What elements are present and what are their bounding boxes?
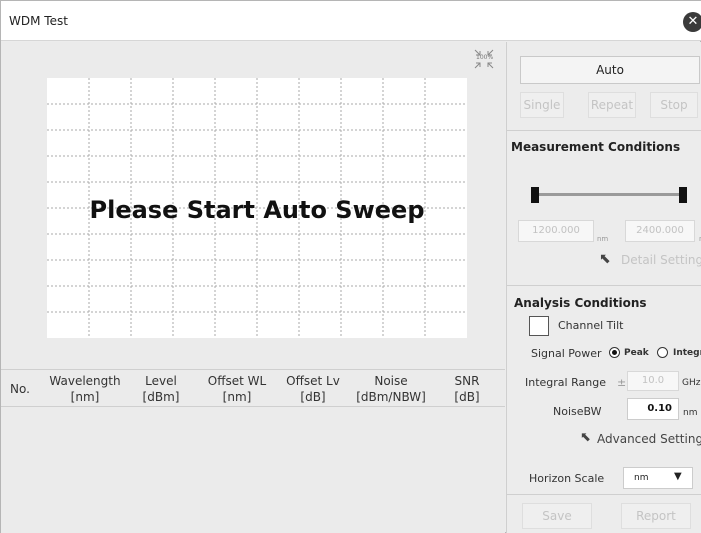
start-unit: nm (597, 235, 609, 243)
repeat-button[interactable]: Repeat (588, 92, 636, 118)
title-bar: WDM Test ✕ (1, 1, 701, 41)
stop-wavelength-input[interactable]: 2400.000 (625, 220, 695, 242)
measurement-conditions-title: Measurement Conditions (511, 140, 681, 154)
column-header-noise: Noise [dBm/NBW] (356, 374, 426, 404)
column-header-level: Level [dBm] (142, 374, 180, 404)
zoom-fit-label: 100% (476, 54, 494, 61)
control-pane: Auto Single Repeat Stop Measurement Cond… (506, 42, 701, 533)
single-button[interactable]: Single (520, 92, 564, 118)
wdm-test-window: WDM Test ✕ 100% Please Start Auto Sweep … (0, 0, 701, 533)
advanced-settings-link[interactable]: ⬉ Advanced Settings (580, 430, 701, 448)
column-header-no: No. (10, 382, 30, 396)
column-header-offset-lv: Offset Lv [dB] (286, 374, 340, 404)
channel-tilt-checkbox[interactable] (529, 316, 549, 336)
integral-range-unit: GHz (682, 378, 701, 388)
detail-settings-link[interactable]: ⬉ Detail Settings (599, 251, 701, 269)
peak-radio[interactable] (609, 347, 620, 358)
report-button[interactable]: Report (621, 503, 691, 529)
detail-settings-label: Detail Settings (621, 253, 701, 267)
save-button[interactable]: Save (522, 503, 592, 529)
wavelength-range-slider[interactable] (531, 187, 691, 203)
results-table-header: No. Wavelength [nm] Level [dBm] Offset WL[… (1, 369, 505, 407)
integral-range-input[interactable]: 10.0 (627, 371, 679, 391)
slider-start-handle[interactable] (531, 187, 539, 203)
horizon-scale-label: Horizon Scale (529, 472, 605, 485)
divider (507, 130, 701, 131)
close-icon[interactable]: ✕ (683, 12, 701, 32)
column-header-offset-wl: Offset WL [nm] (207, 374, 267, 404)
divider (507, 494, 701, 495)
spectrum-chart[interactable]: Please Start Auto Sweep (47, 78, 467, 338)
signal-power-label: Signal Power (531, 347, 602, 360)
open-dialog-icon: ⬉ (580, 430, 591, 445)
auto-button[interactable]: Auto (520, 56, 700, 84)
slider-end-handle[interactable] (679, 187, 687, 203)
zoom-fit-icon[interactable]: 100% (471, 46, 501, 72)
advanced-settings-label: Advanced Settings (597, 432, 701, 446)
open-dialog-icon: ⬉ (599, 251, 611, 267)
integral-label: Integra (673, 348, 701, 358)
chevron-down-icon: ▼ (674, 471, 682, 482)
channel-tilt-label: Channel Tilt (558, 319, 624, 332)
noisebw-label: NoiseBW (553, 405, 602, 418)
horizon-scale-value: nm (634, 473, 649, 483)
integral-radio[interactable] (657, 347, 668, 358)
chart-pane: 100% Please Start Auto Sweep No. Wavelen… (1, 42, 505, 533)
column-header-wavelength: Wavelength [nm] (49, 374, 121, 404)
column-header-snr: SNR [dB] (454, 374, 480, 404)
noisebw-input[interactable]: 0.10 (627, 398, 679, 420)
window-title: WDM Test (9, 14, 68, 28)
analysis-conditions-title: Analysis Conditions (514, 296, 647, 310)
horizon-scale-select[interactable]: nm ▼ (623, 467, 693, 489)
divider (507, 285, 701, 286)
stop-button[interactable]: Stop (650, 92, 698, 118)
noisebw-unit: nm (683, 408, 698, 418)
integral-range-label: Integral Range (525, 376, 606, 389)
start-wavelength-input[interactable]: 1200.000 (518, 220, 594, 242)
chart-message: Please Start Auto Sweep (89, 196, 425, 224)
peak-label: Peak (624, 348, 649, 358)
plus-minus-label: ± (617, 376, 627, 389)
